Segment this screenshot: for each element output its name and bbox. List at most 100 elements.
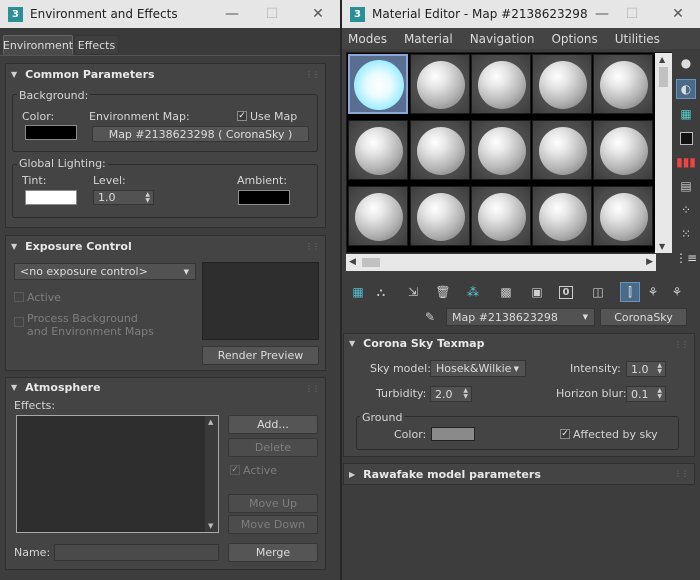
go-to-parent-icon[interactable]: ⚘ xyxy=(643,282,663,302)
sample-slot[interactable] xyxy=(410,120,470,180)
app-3ds-icon: 3 xyxy=(8,6,23,22)
sky-model-dropdown[interactable]: Hosek&Wilkie ▼ xyxy=(430,360,526,377)
show-end-result-icon[interactable]: ⫿ xyxy=(620,282,640,302)
make-unique-icon[interactable]: ▩ xyxy=(496,282,516,302)
sample-slot[interactable] xyxy=(532,120,592,180)
make-material-copy-icon[interactable]: ⁂ xyxy=(463,282,483,302)
intensity-spinner[interactable]: 1.0 ▲ ▼ xyxy=(626,361,666,377)
ground-color-swatch[interactable] xyxy=(431,427,475,441)
close-button[interactable]: ✕ xyxy=(298,0,338,28)
exposure-type-dropdown[interactable]: <no exposure control> ▼ xyxy=(14,263,196,280)
delete-effect-button[interactable]: Delete xyxy=(228,438,318,457)
rawafake-header[interactable]: ▶ Rawafake model parameters xyxy=(349,468,541,481)
sample-slot[interactable] xyxy=(532,54,592,114)
mat-maximize-button[interactable]: ☐ xyxy=(612,0,652,28)
level-spinner[interactable]: 1.0 ▲ ▼ xyxy=(93,190,154,205)
mat-title-bar[interactable]: 3 Material Editor - Map #2138623298 — ☐ … xyxy=(342,0,700,28)
tint-color-swatch[interactable] xyxy=(25,190,77,205)
scroll-down-icon[interactable]: ▼ xyxy=(208,522,213,530)
spinner-arrows-icon[interactable]: ▲ ▼ xyxy=(657,388,662,400)
put-to-library-icon[interactable]: ▣ xyxy=(527,282,547,302)
sample-slot[interactable] xyxy=(593,120,653,180)
spinner-arrows-icon[interactable]: ▲ ▼ xyxy=(145,192,150,204)
effects-list-scrollbar[interactable]: ▲ ▼ xyxy=(205,416,218,532)
sample-slot[interactable] xyxy=(471,54,531,114)
backlight-icon[interactable]: ◐ xyxy=(676,79,696,99)
sample-slot[interactable] xyxy=(348,120,408,180)
menu-utilities[interactable]: Utilities xyxy=(615,32,660,46)
map-name-dropdown[interactable]: Map #2138623298 ▼ xyxy=(446,308,595,326)
common-params-header[interactable]: ▼ Common Parameters xyxy=(11,68,155,81)
menu-material[interactable]: Material xyxy=(404,32,453,46)
effects-list[interactable]: ▲ ▼ xyxy=(16,415,219,533)
sample-slot[interactable] xyxy=(410,186,470,246)
menu-modes[interactable]: Modes xyxy=(348,32,387,46)
make-preview-icon[interactable]: ▤ xyxy=(676,176,696,196)
merge-button[interactable]: Merge xyxy=(228,543,318,562)
scroll-thumb[interactable] xyxy=(362,258,380,267)
slots-vertical-scrollbar[interactable]: ▲ ▼ xyxy=(655,53,672,253)
sample-slot[interactable] xyxy=(410,54,470,114)
maximize-button[interactable]: ☐ xyxy=(252,0,292,28)
spinner-arrows-icon[interactable]: ▲ ▼ xyxy=(657,363,662,375)
add-effect-button[interactable]: Add... xyxy=(228,415,318,434)
assign-material-icon[interactable]: ⇲ xyxy=(403,282,423,302)
go-forward-sibling-icon[interactable]: ⚘ xyxy=(667,282,687,302)
ambient-color-swatch[interactable] xyxy=(238,190,290,205)
background-label: Background: xyxy=(17,89,91,102)
spinner-arrows-icon[interactable]: ▲ ▼ xyxy=(463,388,468,400)
put-material-to-scene-icon[interactable]: ⛬ xyxy=(371,282,391,302)
scroll-left-icon[interactable]: ◀ xyxy=(349,257,356,267)
effect-name-input[interactable] xyxy=(54,544,219,561)
horizon-blur-spinner[interactable]: 0.1 ▲ ▼ xyxy=(626,386,666,402)
sample-slot[interactable] xyxy=(471,186,531,246)
process-bg-label-1: Process Background xyxy=(27,312,138,325)
show-shaded-material-icon[interactable]: ◫ xyxy=(588,282,608,302)
exposure-active-checkbox[interactable] xyxy=(14,292,24,302)
map-type-button[interactable]: CoronaSky xyxy=(600,308,687,326)
get-material-icon[interactable]: ▦ xyxy=(348,282,368,302)
tab-effects[interactable]: Effects xyxy=(74,35,119,55)
exposure-header[interactable]: ▼ Exposure Control xyxy=(11,240,132,253)
atmosphere-header[interactable]: ▼ Atmosphere xyxy=(11,381,101,394)
mat-close-button[interactable]: ✕ xyxy=(658,0,698,28)
corona-sky-header[interactable]: ▼ Corona Sky Texmap xyxy=(349,337,484,350)
environment-map-button[interactable]: Map #2138623298 ( CoronaSky ) xyxy=(92,126,309,142)
pick-material-eyedropper-icon[interactable]: ✎ xyxy=(420,307,440,327)
menu-navigation[interactable]: Navigation xyxy=(470,32,535,46)
process-bg-checkbox[interactable] xyxy=(14,317,24,327)
minimize-button[interactable]: — xyxy=(212,0,252,28)
move-up-button[interactable]: Move Up xyxy=(228,494,318,513)
material-map-navigator-icon[interactable]: ⋮≡ xyxy=(675,248,697,268)
scroll-right-icon[interactable]: ▶ xyxy=(646,257,653,267)
bg-color-swatch[interactable] xyxy=(25,125,77,140)
slots-horizontal-scrollbar[interactable]: ◀ ▶ xyxy=(346,254,656,271)
background-checker-icon[interactable]: ▦ xyxy=(676,104,696,124)
tab-environment[interactable]: Environment xyxy=(3,35,73,55)
scroll-up-icon[interactable]: ▲ xyxy=(659,55,665,64)
sample-slot[interactable] xyxy=(593,54,653,114)
menu-options[interactable]: Options xyxy=(551,32,597,46)
turbidity-spinner[interactable]: 2.0 ▲ ▼ xyxy=(430,386,472,402)
sample-slot[interactable] xyxy=(471,120,531,180)
affected-by-sky-checkbox[interactable]: ✓ xyxy=(560,429,570,439)
select-by-material-icon[interactable]: ⁙ xyxy=(676,224,696,244)
scroll-thumb[interactable] xyxy=(659,67,668,87)
move-down-button[interactable]: Move Down xyxy=(228,515,318,534)
use-map-checkbox[interactable]: ✓ xyxy=(237,111,247,121)
sample-slot-active[interactable] xyxy=(348,54,408,114)
sample-type-icon[interactable]: ● xyxy=(676,53,696,73)
material-id-channel-icon[interactable]: 0 xyxy=(556,282,576,302)
render-preview-button[interactable]: Render Preview xyxy=(202,346,319,365)
sample-slot[interactable] xyxy=(348,186,408,246)
effect-active-checkbox[interactable]: ✓ xyxy=(230,465,240,475)
options-icon[interactable]: ⁘ xyxy=(676,200,696,220)
sample-slot[interactable] xyxy=(532,186,592,246)
sample-uv-tiling-icon[interactable] xyxy=(676,128,696,148)
env-title-bar[interactable]: 3 Environment and Effects — ☐ ✕ xyxy=(0,0,340,28)
scroll-up-icon[interactable]: ▲ xyxy=(208,418,213,426)
reset-map-icon[interactable]: 🗑 xyxy=(433,282,453,302)
sample-slot[interactable] xyxy=(593,186,653,246)
scroll-down-icon[interactable]: ▼ xyxy=(659,242,665,251)
video-color-check-icon[interactable]: ▮▮▮ xyxy=(676,152,696,172)
